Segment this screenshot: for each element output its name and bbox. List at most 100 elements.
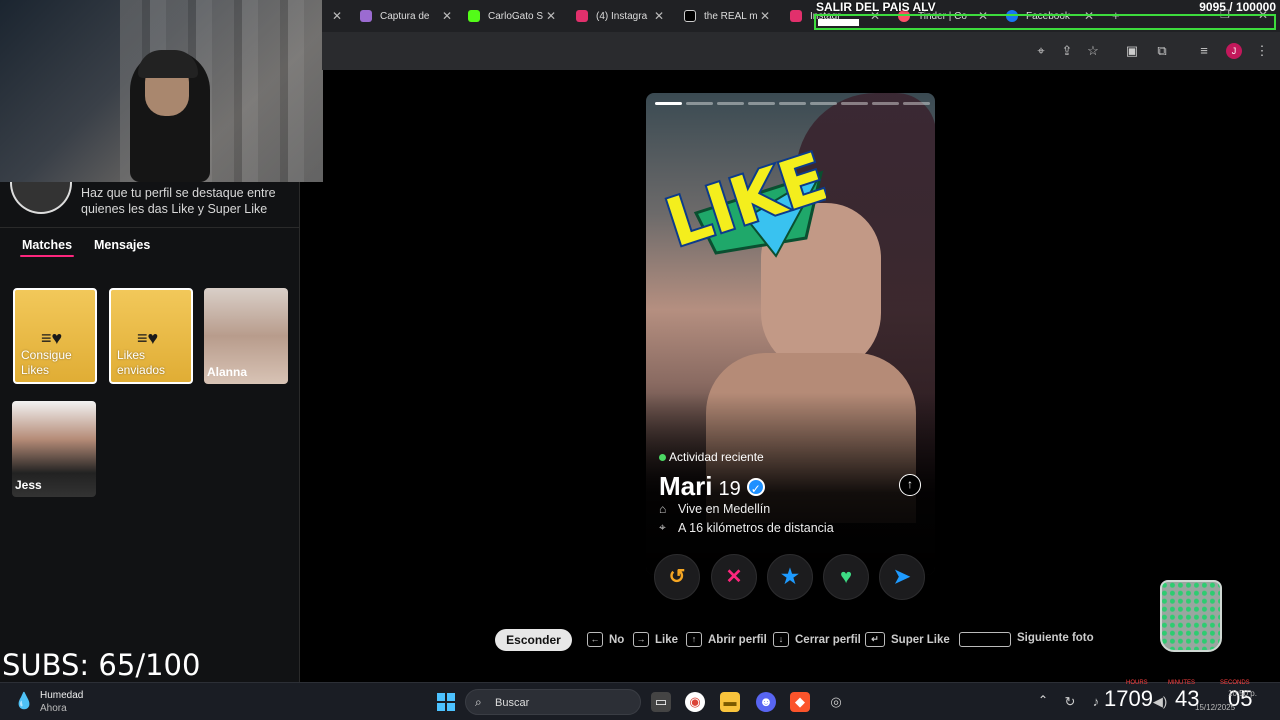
location-text: Vive en Medellín (678, 502, 771, 516)
photo-indicator-bar[interactable] (717, 102, 744, 105)
avatar (10, 182, 72, 214)
super-like-button[interactable]: ★ (767, 554, 813, 600)
online-dot-icon (659, 454, 666, 461)
likes-sent-card[interactable]: ≡♥ Likes enviados (109, 288, 193, 384)
photo-indicator-bar[interactable] (748, 102, 775, 105)
shortcut-no: ← No (587, 632, 624, 647)
nope-button[interactable]: ✕ (711, 554, 757, 600)
profile-name-row: Mari 19 ✓ (659, 471, 765, 502)
rewind-icon: ↺ (668, 566, 686, 588)
match-name: Alanna (207, 365, 248, 379)
photo-indicator-bar[interactable] (655, 102, 682, 105)
close-icon[interactable]: ✕ (442, 9, 452, 23)
tab-tiktok[interactable]: the REAL m ✕ (684, 4, 770, 28)
clock-hours: 1709 (1104, 686, 1153, 711)
sync-icon[interactable]: ↻ (1060, 692, 1080, 712)
weather-subtitle: Ahora (40, 703, 67, 714)
tab-label: CarloGato S (488, 10, 544, 22)
humidity-icon[interactable]: 💧 (14, 691, 34, 711)
shortcut-open: ↑ Abrir perfil (686, 632, 767, 647)
get-likes-card[interactable]: ≡♥ Consigue Likes (13, 288, 97, 384)
stream-title: SALIR DEL PAIS ALV (816, 0, 936, 14)
tab-kick[interactable]: CarloGato S ✕ (468, 4, 556, 28)
tab-label: Captura de (380, 10, 430, 22)
tray-chevron-icon[interactable]: ⌃ (1038, 693, 1048, 707)
brave-icon[interactable]: ◆ (790, 692, 810, 712)
volume-icon[interactable]: ◀) (1150, 692, 1170, 712)
kick-icon (468, 10, 480, 22)
profile-age: 19 (718, 478, 741, 500)
trash-cup-widget (1160, 580, 1222, 652)
taskbar-search[interactable]: ⌕ Buscar (465, 689, 641, 715)
photo-indicator-bar[interactable] (686, 102, 713, 105)
photo-indicator-bar[interactable] (779, 102, 806, 105)
extensions-icon[interactable]: ⧉ (1154, 43, 1170, 59)
tab-captura[interactable]: Captura de ✕ (360, 4, 452, 28)
more-menu-icon[interactable]: ⋮ (1254, 43, 1270, 59)
instagram-icon (576, 10, 588, 22)
verified-icon: ✓ (746, 477, 765, 496)
bookmark-star-icon[interactable]: ☆ (1085, 43, 1101, 59)
heart-icon: ♥ (840, 566, 852, 588)
obs-icon[interactable]: ◎ (826, 692, 846, 712)
goal-progress-fill (818, 19, 859, 26)
shortcut-label: No (609, 633, 625, 646)
shortcut-label: Cerrar perfil (795, 633, 861, 646)
goal-counter: 9095 / 100000 (1199, 0, 1276, 14)
match-card-alanna[interactable]: Alanna (204, 288, 288, 384)
media-control-icon[interactable]: ≡ (1196, 43, 1212, 59)
shortcut-label: Super Like (891, 633, 950, 646)
shortcut-label: Abrir perfil (708, 633, 767, 646)
chrome-icon[interactable]: ◉ (685, 692, 705, 712)
weather-title[interactable]: Humedad (40, 690, 83, 701)
task-view-icon[interactable]: ▭ (651, 692, 671, 712)
photo-indicator-bar[interactable] (872, 102, 899, 105)
location-icon[interactable]: ⌖ (1033, 43, 1049, 59)
folder-icon[interactable]: ▬ (720, 692, 740, 712)
profile-name: Mari (659, 471, 713, 501)
shortcut-like: → Like (633, 632, 678, 647)
close-icon[interactable]: ✕ (546, 9, 556, 23)
rewind-button[interactable]: ↺ (654, 554, 700, 600)
close-icon[interactable]: ✕ (760, 9, 770, 23)
expand-profile-button[interactable]: ↑ (899, 474, 921, 496)
install-app-icon[interactable]: ⇪ (1059, 43, 1075, 59)
tab-instagram[interactable]: (4) Instagra ✕ (576, 4, 664, 28)
microphone-icon[interactable]: ♪ (1086, 692, 1106, 712)
photo-indicator-bar[interactable] (810, 102, 837, 105)
instagram-icon (790, 10, 802, 22)
arrow-down-key-icon: ↓ (773, 632, 789, 647)
promo-text: Haz que tu perfil se destaque entre quie… (81, 186, 276, 216)
location-row: ⌂ Vive en Medellín (659, 502, 770, 516)
nope-icon: ✕ (725, 566, 743, 588)
search-label: Buscar (495, 697, 530, 709)
tab-matches[interactable]: Matches (22, 238, 72, 252)
windows-start-icon[interactable] (437, 693, 455, 711)
photo-indicator-bar[interactable] (903, 102, 930, 105)
close-icon[interactable]: ✕ (332, 9, 342, 23)
photo-indicator-bar[interactable] (841, 102, 868, 105)
close-icon[interactable]: ✕ (654, 9, 664, 23)
tiktok-icon (684, 10, 696, 22)
goal-progress-bar (814, 14, 1276, 30)
hide-shortcuts-button[interactable]: Esconder (495, 629, 572, 651)
system-time[interactable]: 10:50 p. (1228, 689, 1257, 698)
arrow-up-key-icon: ↑ (686, 632, 702, 647)
enter-key-icon: ↵ (865, 632, 885, 647)
search-icon: ⌕ (475, 695, 482, 709)
like-button[interactable]: ♥ (823, 554, 869, 600)
profile-avatar[interactable]: J (1226, 43, 1242, 59)
get-likes-label: Consigue Likes (21, 348, 72, 377)
system-date[interactable]: 15/12/2025 (1195, 703, 1235, 712)
boost-button[interactable]: ➤ (879, 554, 925, 600)
heart-speed-icon: ≡♥ (41, 328, 63, 348)
distance-row: ⌖ A 16 kilómetros de distancia (659, 520, 834, 535)
tab-messages[interactable]: Mensajes (94, 238, 150, 252)
picture-in-picture-icon[interactable]: ▣ (1124, 43, 1140, 59)
space-key-icon (959, 632, 1011, 647)
arrow-right-key-icon: → (633, 632, 649, 647)
tab-label: the REAL m (704, 10, 758, 22)
discord-icon[interactable]: ☻ (756, 692, 776, 712)
match-card-jess[interactable]: Jess (12, 401, 96, 497)
send-icon: ➤ (893, 566, 911, 588)
